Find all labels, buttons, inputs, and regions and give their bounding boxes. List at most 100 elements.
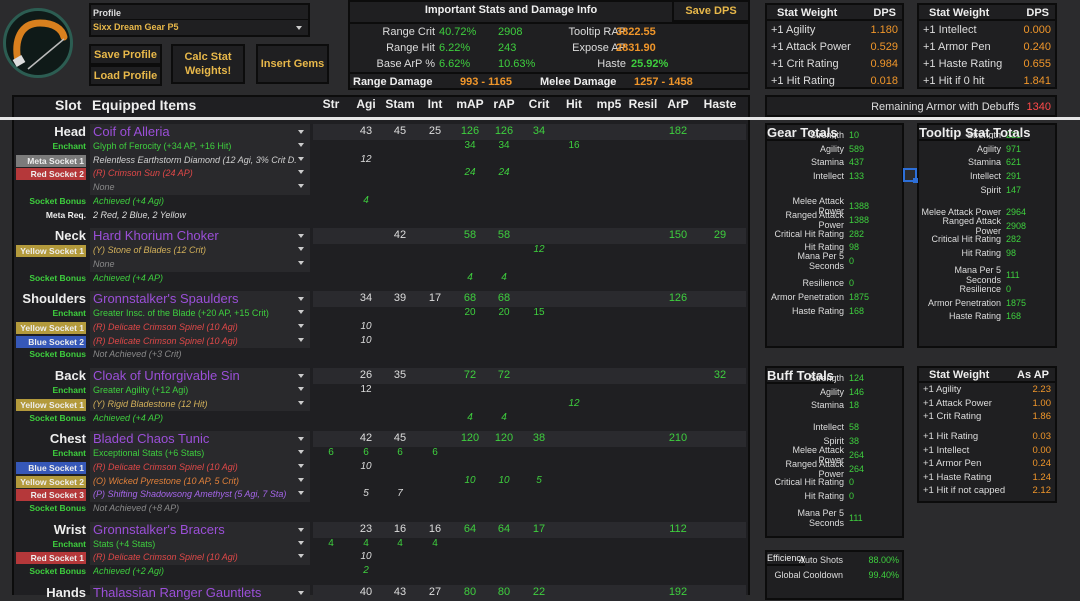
gem-value: (Y) Rigid Bladestone (12 Hit)	[93, 398, 208, 409]
chevron-down-icon[interactable]	[298, 450, 304, 455]
profile-value: Sixx Dream Gear P5	[93, 22, 179, 32]
gem-value: (R) Delicate Crimson Spinel (10 Agi)	[93, 335, 238, 346]
header-divider	[0, 117, 1080, 120]
slot-label: Back	[54, 368, 86, 384]
yellow-socket-badge: Yellow Socket 1	[16, 245, 86, 258]
stat-weight-row: +1 Haste Rating 1.24	[919, 471, 1055, 485]
sub-row-gem: None	[14, 257, 748, 272]
stat-value: 243	[498, 42, 517, 54]
chevron-down-icon[interactable]	[298, 234, 304, 239]
insert-gems-button[interactable]: Insert Gems	[256, 44, 329, 84]
stat-cell-agi: 34	[359, 292, 373, 305]
chevron-down-icon[interactable]	[298, 170, 304, 175]
total-row: Haste Rating 168	[919, 310, 1055, 324]
sub-row-enchant: Enchant Stats (+4 Stats) 4 4 4 4	[14, 537, 748, 552]
total-value: 589	[849, 143, 865, 154]
save-profile-button[interactable]: Save Profile	[89, 44, 162, 65]
chevron-down-icon[interactable]	[298, 554, 304, 559]
total-value: 282	[849, 228, 865, 239]
chevron-down-icon[interactable]	[298, 491, 304, 496]
stat-weight-header: Stat Weight DPS	[919, 5, 1055, 21]
gem-value: None	[93, 182, 115, 193]
total-label: Armor Penetration	[927, 297, 1001, 308]
efficiency-value: 99.40%	[868, 569, 899, 580]
stat-cell-haste: 32	[713, 369, 727, 382]
stat-cell-stam: 16	[393, 522, 407, 535]
item-name: Hard Khorium Choker	[93, 228, 219, 244]
stat-weight-label: +1 Haste Rating	[923, 471, 992, 483]
bonus-value: Achieved (+2 Agi)	[93, 566, 164, 577]
chevron-down-icon[interactable]	[298, 374, 304, 379]
efficiency-row: Global Cooldown 99.40%	[767, 567, 902, 582]
load-profile-button[interactable]: Load Profile	[89, 65, 162, 86]
chevron-down-icon[interactable]	[298, 247, 304, 252]
slot-label: Head	[54, 124, 86, 139]
enchant-value: Exceptional Stats (+6 Stats)	[93, 448, 205, 459]
sub-row-bonus: Socket Bonus Not Achieved (+8 AP)	[14, 502, 748, 516]
total-row: Hit Rating 0	[767, 489, 902, 503]
chevron-down-icon[interactable]	[298, 184, 304, 189]
stat-weight-label: +1 Hit Rating	[923, 431, 979, 443]
chevron-down-icon[interactable]	[298, 400, 304, 405]
item-row: Wrist Gronnstalker's Bracers 23 16 16 64 64 17 1…	[14, 521, 748, 538]
total-label: Resilience	[802, 278, 844, 289]
sub-row-gem: Yellow Socket 1 (R) Delicate Crimson Spin…	[14, 321, 748, 335]
total-value: 0	[849, 477, 855, 488]
total-row: Stamina 621	[919, 156, 1055, 170]
sub-row-gem: Yellow Socket 1 (Y) Rigid Bladestone (12 …	[14, 397, 748, 412]
enchant-value: Greater Agility (+12 Agi)	[93, 385, 189, 396]
stat-cell-rap: 126	[494, 125, 514, 137]
save-dps-button[interactable]: Save DPS	[672, 0, 750, 22]
total-value: 291	[1006, 171, 1022, 182]
stat-cell-rap: 58	[497, 229, 511, 242]
stat-label: Haste	[597, 58, 626, 70]
sub-row-gem: Red Socket 3 (P) Shifting Shadowsong Amet…	[14, 488, 748, 502]
profile-select[interactable]: Sixx Dream Gear P5	[91, 20, 308, 35]
tooltip-stat-totals-panel: Tooltip Stat Totals Strength 221 Agility 971…	[917, 123, 1057, 348]
total-value: 264	[849, 463, 865, 474]
chevron-down-icon[interactable]	[298, 477, 304, 482]
selection-handle[interactable]	[903, 168, 918, 183]
total-row: Ranged Attack Power 2908	[919, 216, 1055, 236]
chevron-down-icon[interactable]	[298, 130, 304, 134]
stat-cell-agi: 4	[363, 194, 369, 206]
stat-header-stam: Stam	[385, 97, 415, 111]
sub-row-gem: Yellow Socket 1 (Y) Stone of Blades (12 C…	[14, 244, 748, 258]
stat-cell-int: 17	[428, 292, 442, 305]
chevron-down-icon[interactable]	[298, 387, 304, 392]
stat-cell-rap: 4	[501, 411, 507, 423]
chevron-down-icon[interactable]	[298, 297, 304, 302]
total-row: Hit Rating 98	[919, 246, 1055, 260]
bonus-label: Socket Bonus	[29, 566, 86, 577]
chevron-down-icon[interactable]	[298, 590, 304, 595]
chevron-down-icon[interactable]	[298, 463, 304, 468]
sub-row-bonus: Socket Bonus Achieved (+4 Agi) 4	[14, 195, 748, 209]
chevron-down-icon[interactable]	[298, 437, 304, 442]
stat-weight-label: +1 Hit Rating	[771, 74, 835, 87]
total-row: Agility 146	[767, 385, 902, 399]
total-label: Critical Hit Rating	[774, 228, 844, 239]
chevron-down-icon[interactable]	[298, 260, 304, 265]
calc-stat-weights-button[interactable]: Calc Stat Weights!	[171, 44, 245, 84]
stat-cell-agi: 23	[359, 522, 373, 535]
header-label: Stat Weight	[929, 7, 990, 19]
chevron-down-icon	[296, 26, 302, 30]
stat-weight-value: 0.03	[1032, 431, 1052, 443]
chevron-down-icon[interactable]	[298, 337, 304, 342]
chevron-down-icon[interactable]	[298, 310, 304, 315]
item-name: Gronnstalker's Spaulders	[93, 291, 239, 307]
enchant-value: Stats (+4 Stats)	[93, 538, 156, 549]
equipped-items-header: Equipped Items	[92, 97, 197, 113]
stat-cell-rap: 72	[497, 369, 511, 382]
stat-value: 25.92%	[631, 58, 669, 70]
gem-value: (P) Shifting Shadowsong Amethyst (5 Agi,…	[93, 489, 287, 500]
chevron-down-icon[interactable]	[298, 540, 304, 545]
total-row	[919, 197, 1055, 205]
chevron-down-icon[interactable]	[298, 156, 304, 161]
stat-header-crit: Crit	[528, 97, 550, 111]
stat-label: Range Hit	[386, 42, 435, 54]
chevron-down-icon[interactable]	[298, 527, 304, 532]
stat-weight-row: +1 Hit if not capped 2.12	[919, 484, 1055, 498]
chevron-down-icon[interactable]	[298, 324, 304, 328]
chevron-down-icon[interactable]	[298, 143, 304, 147]
